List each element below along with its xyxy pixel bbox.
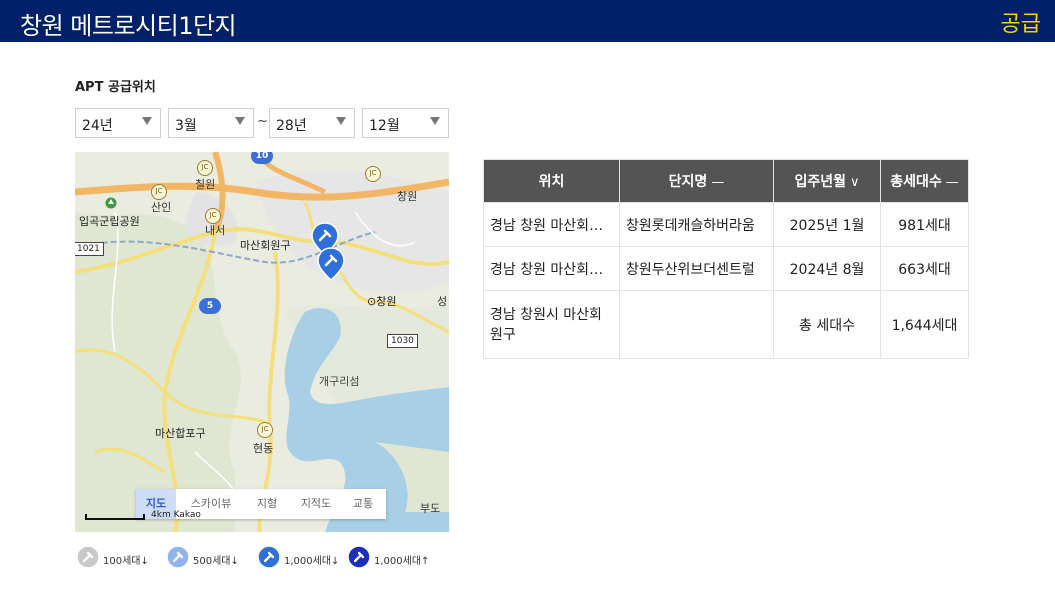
table-total-row: 경남 창원시 마산회원구 총 세대수 1,644세대 <box>483 290 969 359</box>
end-year-select[interactable]: 28년 <box>269 108 355 138</box>
map-label-sanin: 산인 <box>151 201 172 214</box>
column-header-move-in[interactable]: 입주년월 ∨ <box>773 159 881 203</box>
map-label-changwon: 창원 <box>397 190 418 203</box>
cell-complex-text: 창원두산위브더센트럴 <box>626 261 755 278</box>
map-label-chilwon: 칠원 <box>195 178 216 191</box>
column-header-complex[interactable]: 단지명 — <box>619 159 774 203</box>
junction-icon: JC <box>197 160 213 176</box>
cell-complex: 창원두산위브더센트럴 <box>619 246 774 291</box>
cell-location: 경남 창원 마산회원구 <box>483 246 620 291</box>
legend-label: 1,000세대↓ <box>284 556 340 567</box>
cell-households: 663세대 <box>880 246 969 291</box>
cell-total-label: 총 세대수 <box>773 290 881 359</box>
map-label-seong: 성 <box>437 295 448 308</box>
apt-supply-location-label: APT 공급위치 <box>75 80 156 95</box>
map-label-budo: 부도 <box>420 502 441 515</box>
map-label-park: 입곡군립공원 <box>79 215 140 228</box>
route-1021-shield: 1021 <box>75 242 104 256</box>
column-header-location: 위치 <box>483 159 620 203</box>
apartment-pin-icon[interactable] <box>316 247 346 281</box>
column-header-households[interactable]: 총세대수 — <box>880 159 969 203</box>
sort-neutral-icon: — <box>711 175 725 190</box>
map-scale-bar <box>85 514 145 520</box>
cell-complex: 창원롯데캐슬하버라움 <box>619 202 774 247</box>
cell-location-text: 경남 창원 마산회원구 <box>490 261 608 278</box>
pin-blue-icon <box>257 545 281 569</box>
table-header-row: 위치 단지명 — 입주년월 ∨ 총세대수 — <box>483 159 969 203</box>
map-label-gaegurisum: 개구리섬 <box>319 375 360 388</box>
route-5-shield: 5 <box>199 298 221 314</box>
supply-badge: 공급 <box>1000 12 1041 37</box>
page-header: 창원 메트로시티1단지 공급 <box>0 0 1055 42</box>
junction-icon: JC <box>257 422 273 438</box>
sort-neutral-icon: — <box>945 175 959 190</box>
map-type-tab-cadastral[interactable]: 지적도 <box>292 489 340 519</box>
supply-location-map[interactable]: 10 5 1021 1030 JC JC JC JC JC 칠원 산인 입곡군립… <box>75 152 449 532</box>
cell-complex-text: 창원롯데캐슬하버라움 <box>626 217 755 234</box>
start-month-chevron-down-icon <box>235 117 245 125</box>
end-month-select[interactable]: 12월 <box>362 108 449 138</box>
cell-location-text: 경남 창원 마산회원구 <box>490 217 608 234</box>
pin-darkblue-icon <box>347 545 371 569</box>
junction-icon: JC <box>365 166 381 182</box>
map-label-hyeondong: 현동 <box>253 442 274 455</box>
column-header-complex-label: 단지명 <box>668 174 708 190</box>
map-label-changwon-station: ⊙창원 <box>367 295 397 308</box>
junction-icon: JC <box>151 184 167 200</box>
cell-empty <box>619 290 774 359</box>
supply-table: 위치 단지명 — 입주년월 ∨ 총세대수 — 경남 창원 마산회원구 창원롯데캐슬하버… <box>483 159 969 359</box>
start-month-value: 3월 <box>175 118 197 134</box>
cell-move-in: 2024년 8월 <box>773 246 881 291</box>
end-year-chevron-down-icon <box>336 117 346 125</box>
route-10-shield: 10 <box>251 152 273 164</box>
page-title: 창원 메트로시티1단지 <box>20 12 237 40</box>
end-month-chevron-down-icon <box>430 117 440 125</box>
cell-total-households: 1,644세대 <box>880 290 969 359</box>
legend-label: 1,000세대↑ <box>374 556 430 567</box>
start-month-select[interactable]: 3월 <box>168 108 254 138</box>
pin-gray-icon <box>76 545 100 569</box>
cell-total-location: 경남 창원시 마산회원구 <box>483 290 620 359</box>
cell-location: 경남 창원 마산회원구 <box>483 202 620 247</box>
end-year-value: 28년 <box>276 118 307 134</box>
start-year-chevron-down-icon <box>142 117 152 125</box>
sort-descending-icon: ∨ <box>850 175 860 190</box>
column-header-households-label: 총세대수 <box>890 174 942 190</box>
legend-label: 500세대↓ <box>193 556 239 567</box>
column-header-location-label: 위치 <box>538 174 565 190</box>
legend-label: 100세대↓ <box>103 556 149 567</box>
cell-households: 981세대 <box>880 202 969 247</box>
table-row[interactable]: 경남 창원 마산회원구 창원두산위브더센트럴 2024년 8월 663세대 <box>483 246 969 291</box>
start-year-value: 24년 <box>82 118 113 134</box>
map-type-tab-traffic[interactable]: 교통 <box>342 489 384 519</box>
table-row[interactable]: 경남 창원 마산회원구 창원롯데캐슬하버라움 2025년 1월 981세대 <box>483 202 969 247</box>
map-label-naeseo: 내서 <box>205 224 226 237</box>
pin-lightblue-icon <box>166 545 190 569</box>
map-label-masanhappo: 마산합포구 <box>155 427 206 440</box>
cell-move-in: 2025년 1월 <box>773 202 881 247</box>
map-scale-text: 4km Kakao <box>151 510 201 520</box>
map-label-masanhoewon: 마산회원구 <box>240 239 291 252</box>
start-year-select[interactable]: 24년 <box>75 108 161 138</box>
route-1030-shield: 1030 <box>387 334 418 348</box>
range-separator: ~ <box>257 114 268 129</box>
column-header-move-in-label: 입주년월 <box>794 174 846 190</box>
end-month-value: 12월 <box>369 118 400 134</box>
map-type-tab-terrain[interactable]: 지형 <box>246 489 288 519</box>
park-icon <box>105 197 117 209</box>
